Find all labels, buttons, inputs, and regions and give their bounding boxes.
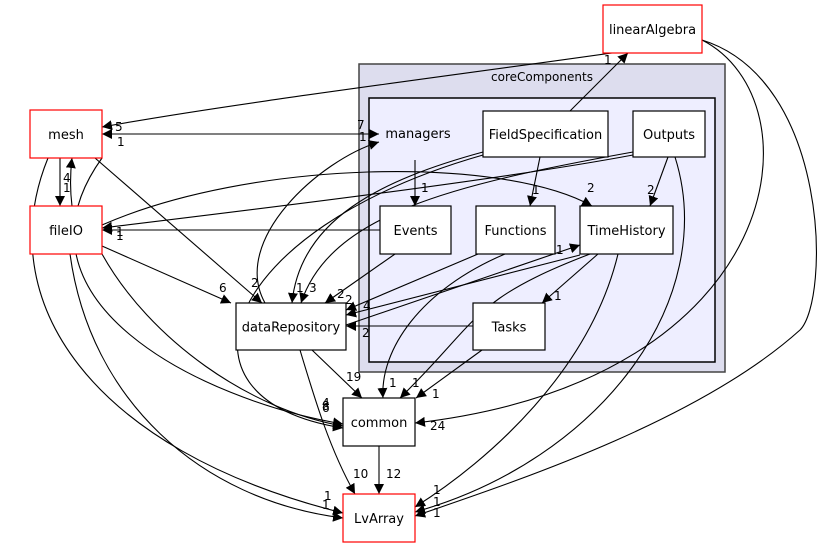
node-label: LvArray <box>354 512 404 527</box>
node-label: common <box>351 416 408 431</box>
node-label: Tasks <box>491 321 527 336</box>
node-Tasks[interactable]: Tasks <box>472 302 546 351</box>
edge-count-label[interactable]: 1 <box>116 225 124 239</box>
edge-count-label[interactable]: 1 <box>322 498 330 512</box>
node-Outputs[interactable]: Outputs <box>632 110 706 158</box>
node-TimeHistory[interactable]: TimeHistory <box>579 205 674 255</box>
node-FieldSpecification[interactable]: FieldSpecification <box>482 110 609 158</box>
edge-count-label[interactable]: 1 <box>556 243 564 257</box>
edge-count-label[interactable]: 1 <box>412 376 420 390</box>
node-label: fileIO <box>49 224 83 239</box>
directory-dependency-graph: coreComponents managers linearAlgebra mes… <box>29 4 817 543</box>
edge-count-label[interactable]: 1 <box>532 183 540 197</box>
node-LvArray[interactable]: LvArray <box>342 493 416 543</box>
node-dataRepository[interactable]: dataRepository <box>235 302 347 351</box>
edge-count-label[interactable]: 1 <box>433 506 441 520</box>
edge-count-label[interactable]: 24 <box>430 419 445 433</box>
edge-count-label[interactable]: 1 <box>389 376 397 390</box>
edge-count-label[interactable]: 2 <box>647 183 655 197</box>
cluster-label-coreComponents: coreComponents <box>491 70 593 84</box>
edge-count-label[interactable]: 1 <box>604 53 612 67</box>
node-label: FieldSpecification <box>489 128 602 143</box>
cluster-label-managers[interactable]: managers <box>385 127 450 142</box>
edge-count-label[interactable]: 2 <box>251 276 259 290</box>
edge-count-label[interactable]: 1 <box>63 181 71 195</box>
node-Functions[interactable]: Functions <box>475 205 556 255</box>
edge-count-label[interactable]: 6 <box>219 281 227 295</box>
node-label: Outputs <box>643 128 695 143</box>
edge-count-label[interactable]: 2 <box>337 287 345 301</box>
node-common[interactable]: common <box>342 397 416 447</box>
edge-count-label[interactable]: 12 <box>386 467 401 481</box>
edge-count-label[interactable]: 10 <box>353 467 368 481</box>
edge-count-label[interactable]: 1 <box>296 281 304 295</box>
edge-count-label[interactable]: 3 <box>309 281 317 295</box>
edge-count-label[interactable]: 1 <box>421 181 429 195</box>
edge-count-label[interactable]: 8 <box>322 399 330 413</box>
node-label: TimeHistory <box>586 224 665 239</box>
edge-count-label[interactable]: 1 <box>432 387 440 401</box>
edge-fileIO-to-dataRepository[interactable] <box>101 245 232 304</box>
node-label: linearAlgebra <box>609 23 696 38</box>
node-linearAlgebra[interactable]: linearAlgebra <box>602 4 703 54</box>
node-fileIO[interactable]: fileIO <box>29 205 103 255</box>
node-label: Functions <box>484 224 546 239</box>
edge-count-label[interactable]: 2 <box>362 326 370 340</box>
edge-count-label[interactable]: 1 <box>554 289 562 303</box>
edge-count-label[interactable]: 4 <box>363 299 371 313</box>
node-label: Events <box>393 224 437 239</box>
edge-count-label[interactable]: 19 <box>346 370 361 384</box>
edge-count-label[interactable]: 1 <box>117 135 125 149</box>
edge-count-label[interactable]: 2 <box>587 181 595 195</box>
edge-count-label[interactable]: 2 <box>345 293 353 307</box>
edge-count-label[interactable]: 1 <box>359 130 367 144</box>
node-label: mesh <box>48 128 84 143</box>
edge-count-label[interactable]: 5 <box>115 120 123 134</box>
node-mesh[interactable]: mesh <box>29 109 103 159</box>
node-label: dataRepository <box>242 321 341 336</box>
node-Events[interactable]: Events <box>379 205 452 255</box>
edge-fileIO-to-mesh[interactable] <box>65 157 76 207</box>
